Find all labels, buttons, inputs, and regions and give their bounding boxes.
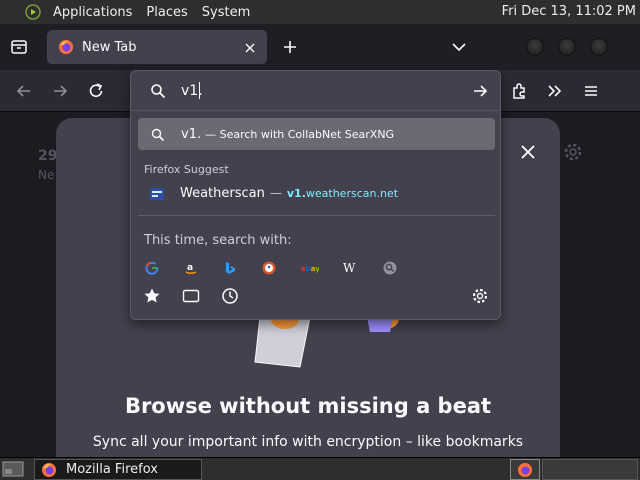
searxng-icon[interactable] (381, 259, 399, 277)
tab-title: New Tab (82, 39, 137, 55)
top-panel: Applications Places System Fri Dec 13, 1… (0, 0, 640, 24)
search-settings-gear-icon[interactable] (471, 287, 489, 305)
shortcut-ghost-text: Ne (38, 168, 55, 182)
promo-description: Sync all your important info with encryp… (92, 434, 524, 450)
tab-new-tab[interactable]: New Tab (47, 30, 267, 64)
tab-strip: New Tab (0, 24, 640, 70)
shortcut-ghost-number: 29 (38, 148, 58, 164)
new-tab-icon[interactable] (280, 37, 300, 57)
go-arrow-icon[interactable] (471, 82, 489, 100)
close-tab-icon[interactable] (243, 40, 257, 54)
promo-title: Browse without missing a beat (124, 394, 492, 418)
places-menu[interactable]: Places (139, 5, 194, 20)
workspace-switcher-empty[interactable] (542, 459, 638, 480)
duckduckgo-icon[interactable] (260, 259, 278, 277)
suggestion-url-rest: weatherscan.net (305, 186, 399, 200)
svg-text:a: a (187, 263, 193, 273)
ebay-icon[interactable]: ebay (301, 259, 319, 277)
close-window-button[interactable] (590, 38, 608, 56)
taskbar-firefox-window[interactable]: Mozilla Firefox (34, 459, 202, 480)
firefox-icon (58, 39, 74, 55)
bottom-taskbar: Mozilla Firefox (0, 457, 640, 480)
suggestion-text: v1. (181, 126, 202, 142)
workspace-switcher-active[interactable] (510, 459, 540, 480)
suggestion-url: v1.weatherscan.net (287, 187, 398, 200)
extensions-icon[interactable] (509, 81, 529, 101)
maximize-window-button[interactable] (558, 38, 576, 56)
back-icon[interactable] (14, 81, 34, 101)
gnome-foot-icon[interactable] (25, 4, 41, 20)
history-icon[interactable] (221, 287, 239, 305)
reload-icon[interactable] (86, 81, 106, 101)
suggestion-separator: — (269, 186, 282, 200)
search-suggestion-row[interactable]: v1. — Search with CollabNet SearXNG (138, 118, 495, 150)
one-off-search-label: This time, search with: (144, 233, 292, 248)
forward-icon[interactable] (50, 81, 70, 101)
urlbar-dropdown: v1. — Search with CollabNet SearXNG Fire… (130, 70, 501, 320)
urlbar-input[interactable] (181, 81, 451, 101)
weatherscan-favicon-icon (150, 186, 164, 200)
bing-icon[interactable] (221, 259, 239, 277)
search-icon (150, 83, 166, 99)
svg-text:W: W (343, 261, 356, 275)
firefox-suggest-row[interactable]: Weatherscan — v1.weatherscan.net (138, 178, 495, 208)
close-promo-icon[interactable] (518, 142, 538, 162)
applications-menu[interactable]: Applications (46, 5, 139, 20)
suggestion-url-match: v1. (286, 186, 306, 200)
personalize-gear-icon[interactable] (563, 142, 583, 162)
svg-text:ebay: ebay (301, 265, 319, 273)
show-desktop-icon[interactable] (2, 460, 24, 478)
suggestion-title: Weatherscan (180, 185, 265, 201)
panel-clock[interactable]: Fri Dec 13, 11:02 PM (502, 0, 636, 24)
hamburger-menu-icon[interactable] (581, 81, 601, 101)
bookmarks-icon[interactable] (143, 287, 161, 305)
system-menu[interactable]: System (195, 5, 257, 20)
google-icon[interactable] (143, 259, 161, 277)
amazon-icon[interactable]: a (182, 259, 200, 277)
minimize-window-button[interactable] (526, 38, 544, 56)
divider (138, 215, 495, 216)
taskbar-window-title: Mozilla Firefox (66, 462, 158, 477)
urlbar (131, 71, 500, 111)
suggestion-action: — Search with CollabNet SearXNG (205, 127, 395, 141)
text-caret (199, 82, 200, 99)
firefox-suggest-label: Firefox Suggest (144, 163, 229, 176)
firefox-icon (41, 462, 57, 478)
tabs-icon[interactable] (182, 287, 200, 305)
wikipedia-icon[interactable]: W (341, 259, 359, 277)
overflow-menu-icon[interactable] (545, 81, 565, 101)
firefox-view-icon[interactable] (10, 38, 28, 56)
search-icon (151, 127, 165, 142)
list-all-tabs-icon[interactable] (450, 39, 468, 55)
